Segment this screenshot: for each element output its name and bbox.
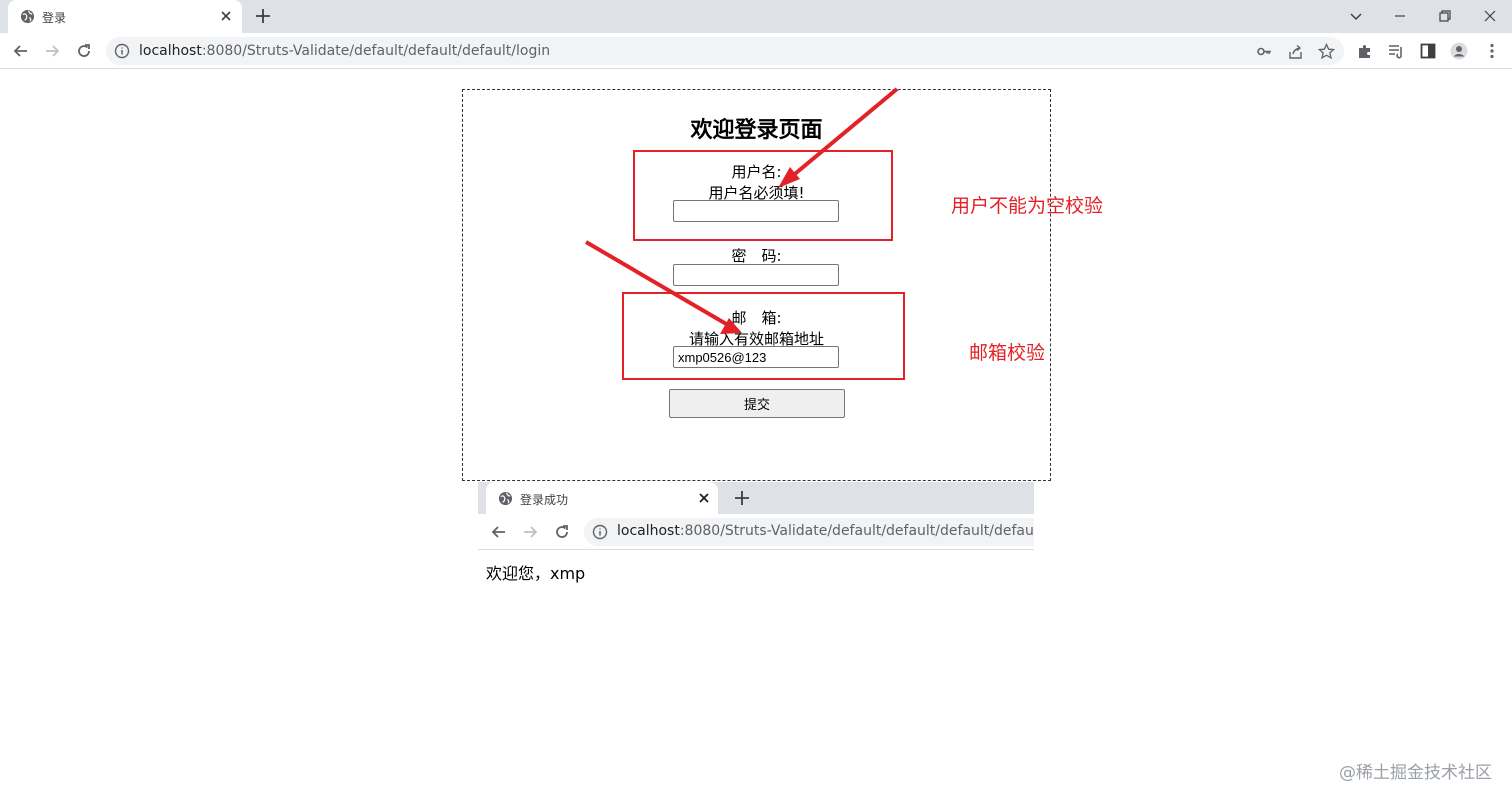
globe-icon bbox=[498, 491, 513, 506]
success-tab-strip: 登录成功 bbox=[478, 482, 1034, 514]
username-arrow bbox=[778, 87, 899, 188]
success-page-screenshot: 登录成功 localhost:8080/Struts-Validate/defa… bbox=[478, 482, 1034, 602]
back-icon[interactable] bbox=[489, 522, 509, 542]
success-url-text: localhost:8080/Struts-Validate/default/d… bbox=[617, 523, 1034, 539]
username-validation-note: 用户不能为空校验 bbox=[951, 195, 1104, 217]
close-tab-icon[interactable] bbox=[696, 490, 712, 506]
annotation-arrows bbox=[584, 87, 899, 334]
email-validation-note: 邮箱校验 bbox=[969, 342, 1046, 364]
new-tab-icon[interactable] bbox=[733, 489, 751, 507]
reload-icon[interactable] bbox=[552, 522, 572, 542]
success-address-bar[interactable]: localhost:8080/Struts-Validate/default/d… bbox=[584, 518, 1034, 546]
watermark: @稀土掘金技术社区 bbox=[1339, 763, 1492, 783]
success-tab-title: 登录成功 bbox=[520, 493, 569, 507]
forward-icon[interactable] bbox=[520, 522, 540, 542]
site-info-icon[interactable] bbox=[592, 524, 608, 540]
success-toolbar: localhost:8080/Struts-Validate/default/d… bbox=[478, 514, 1034, 550]
email-arrow bbox=[584, 240, 742, 334]
tab-login-success[interactable]: 登录成功 bbox=[486, 482, 718, 514]
welcome-message: 欢迎您，xmp bbox=[486, 564, 586, 583]
